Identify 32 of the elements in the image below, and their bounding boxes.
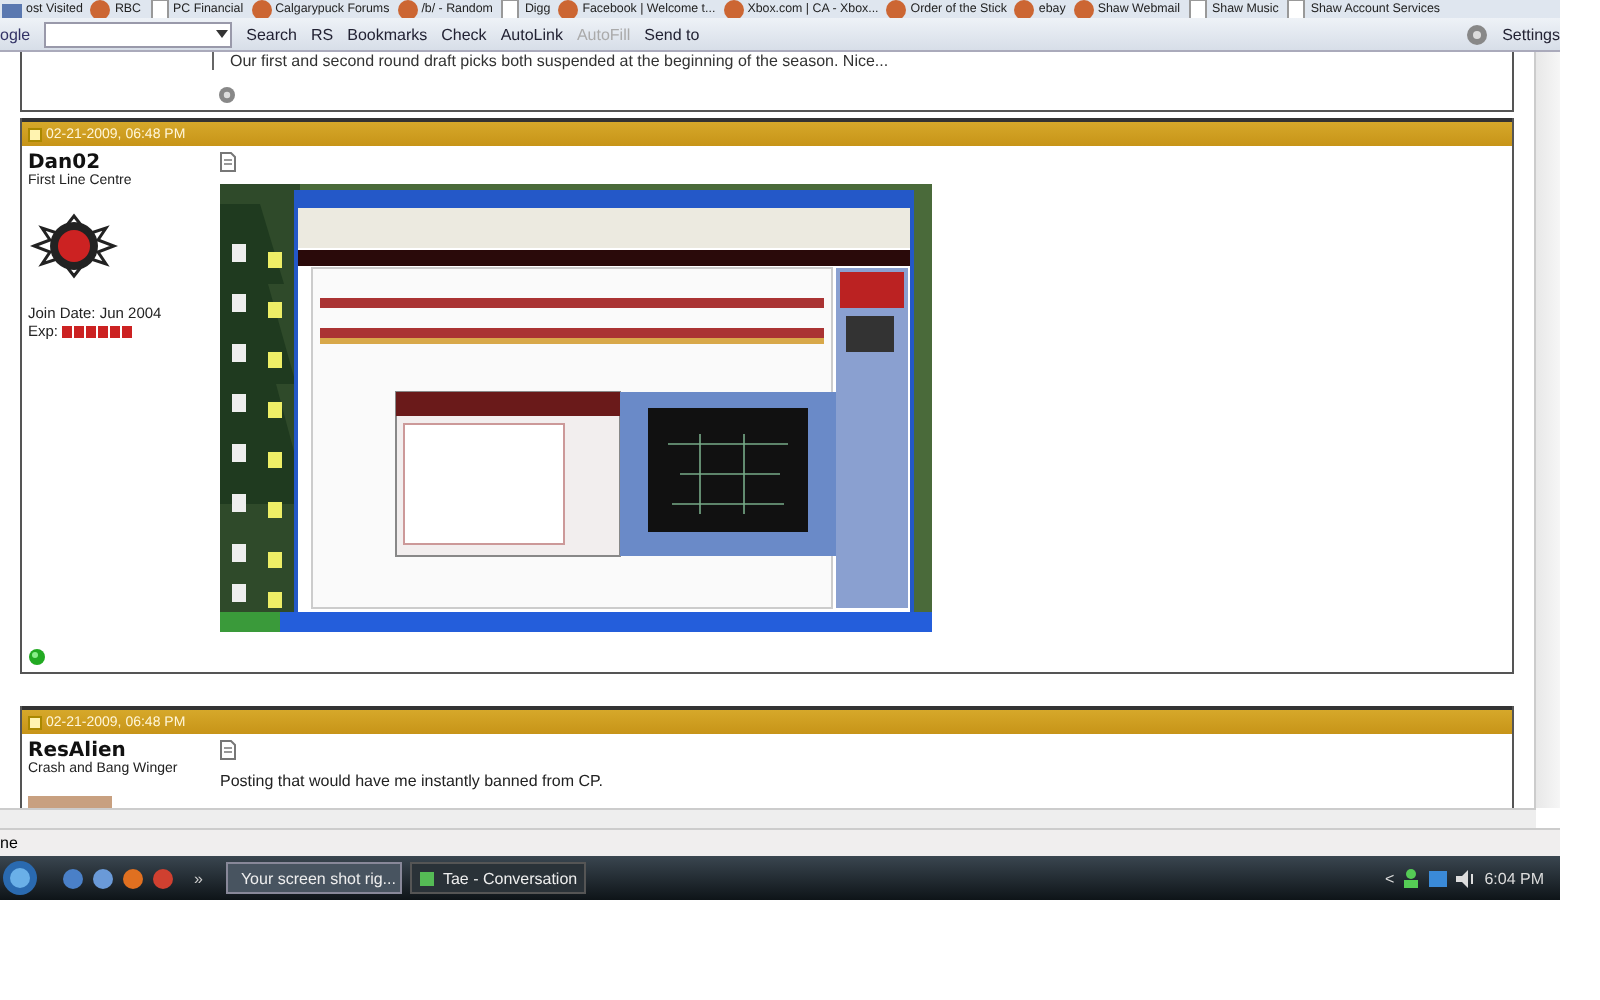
toolbar-button[interactable]: Bookmarks bbox=[347, 25, 428, 43]
gear-icon bbox=[1466, 23, 1489, 45]
team-logo-icon bbox=[30, 212, 118, 280]
toolbar-button[interactable]: AutoLink bbox=[500, 25, 563, 43]
status-text: ne bbox=[0, 834, 18, 852]
post-message: Posting that would have me instantly banned from CP. bbox=[220, 772, 606, 790]
dropdown-icon bbox=[214, 26, 231, 42]
username-link[interactable]: ResAlien bbox=[28, 740, 214, 762]
post-icon bbox=[28, 127, 42, 141]
status-dot-icon bbox=[218, 86, 236, 104]
speaker-icon bbox=[1456, 869, 1477, 887]
quote-text: Our first and second round draft picks both suspended at the beginning of the season. Nice... bbox=[212, 52, 1512, 70]
toolbar-button[interactable]: RS bbox=[310, 25, 334, 43]
vertical-scrollbar[interactable] bbox=[1534, 52, 1560, 808]
user-icon bbox=[1402, 868, 1421, 888]
clock: 6:04 PM bbox=[1484, 869, 1544, 887]
document-icon bbox=[220, 152, 236, 172]
overflow-button[interactable]: » bbox=[194, 869, 203, 887]
toolbar-button[interactable]: Check bbox=[441, 25, 487, 43]
username-link[interactable]: Dan02 bbox=[28, 152, 214, 174]
document-icon bbox=[220, 740, 236, 760]
folder-icon bbox=[0, 0, 24, 18]
taskbar-button[interactable]: Your screen shot rig... bbox=[226, 862, 403, 894]
horizontal-scrollbar[interactable] bbox=[0, 808, 1536, 828]
settings-button[interactable]: Settings bbox=[1502, 25, 1560, 43]
taskbar-button[interactable]: Tae - Conversation bbox=[410, 862, 587, 894]
start-orb-icon bbox=[2, 860, 38, 896]
post-icon bbox=[28, 715, 42, 729]
toolbar-logo: ogle bbox=[0, 25, 31, 43]
toolbar-button[interactable]: Search bbox=[246, 25, 297, 43]
tray-expand-button[interactable]: < bbox=[1385, 869, 1395, 887]
toolbar-button[interactable]: Send to bbox=[644, 25, 700, 43]
